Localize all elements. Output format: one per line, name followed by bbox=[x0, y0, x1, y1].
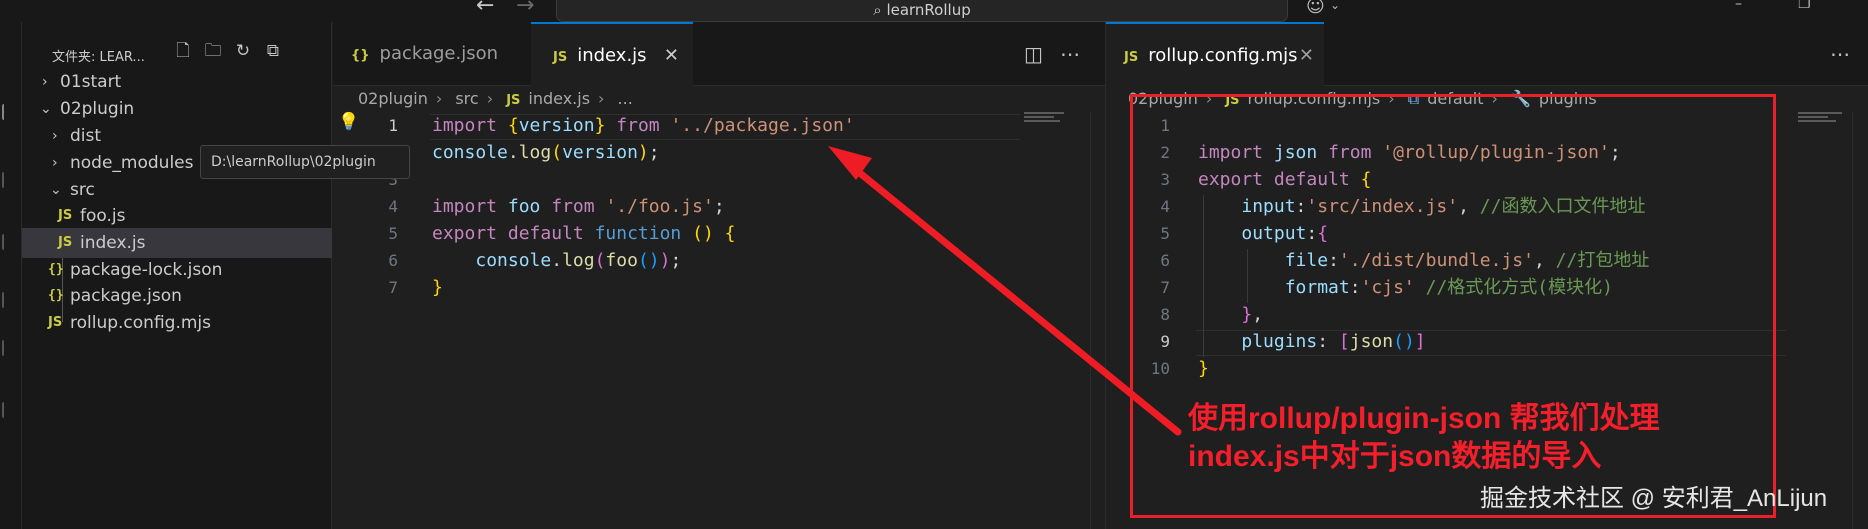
watermark: 掘金技术社区 @ 安利君_AnLijun bbox=[1480, 485, 1828, 512]
annotation-line-1: 使用rollup/plugin-json 帮我们处理 bbox=[1188, 402, 1660, 435]
annotation-text: 使用rollup/plugin-json 帮我们处理 index.js中对于js… bbox=[1188, 400, 1660, 476]
annotation-line-2: index.js中对于json数据的导入 bbox=[1188, 440, 1602, 473]
folder-path-tooltip: D:\learnRollup\02plugin bbox=[200, 145, 410, 179]
